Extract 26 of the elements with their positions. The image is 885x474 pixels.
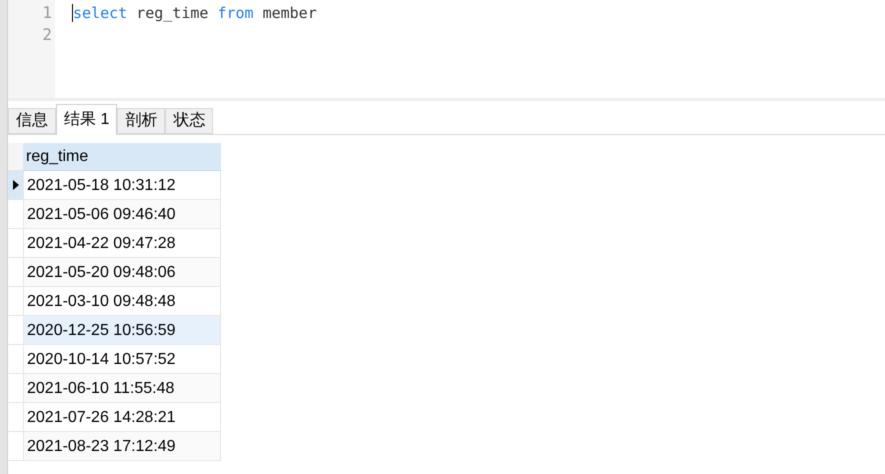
- header-corner: [8, 143, 23, 171]
- code-token: member: [262, 3, 317, 24]
- table-cell: 2021-07-26 14:28:21: [23, 403, 221, 432]
- table-cell: 2020-12-25 10:56:59: [23, 316, 221, 345]
- result-tab[interactable]: 信息: [8, 108, 56, 134]
- table-cell: 2021-05-18 10:31:12: [23, 171, 221, 200]
- text-cursor: [72, 4, 73, 22]
- table-cell: 2021-03-10 09:48:48: [23, 287, 221, 316]
- line-number: 1: [41, 2, 53, 24]
- line-number: 2: [41, 24, 53, 46]
- row-pointer-icon: [12, 180, 18, 190]
- result-tab[interactable]: 状态: [165, 108, 214, 134]
- result-tab[interactable]: 剖析: [117, 108, 166, 134]
- table-cell: 2021-04-22 09:47:28: [23, 229, 221, 258]
- row-indicator[interactable]: [8, 171, 23, 200]
- column-header[interactable]: reg_time: [23, 143, 221, 171]
- table-cell: 2021-06-10 11:55:48: [23, 374, 221, 403]
- code-token: select: [73, 3, 128, 24]
- table-cell: 2021-08-23 17:12:49: [23, 432, 221, 461]
- table-cell: 2020-10-14 10:57:52: [23, 345, 221, 374]
- result-tab[interactable]: 结果 1: [56, 104, 118, 135]
- sql-editor[interactable]: 1 2 select reg_time from member: [8, 0, 885, 101]
- table-cell: 2021-05-06 09:46:40: [23, 200, 221, 229]
- code-token: from: [217, 3, 254, 24]
- table-cell: 2021-05-20 09:48:06: [23, 258, 221, 287]
- code-token: reg_time: [136, 3, 208, 24]
